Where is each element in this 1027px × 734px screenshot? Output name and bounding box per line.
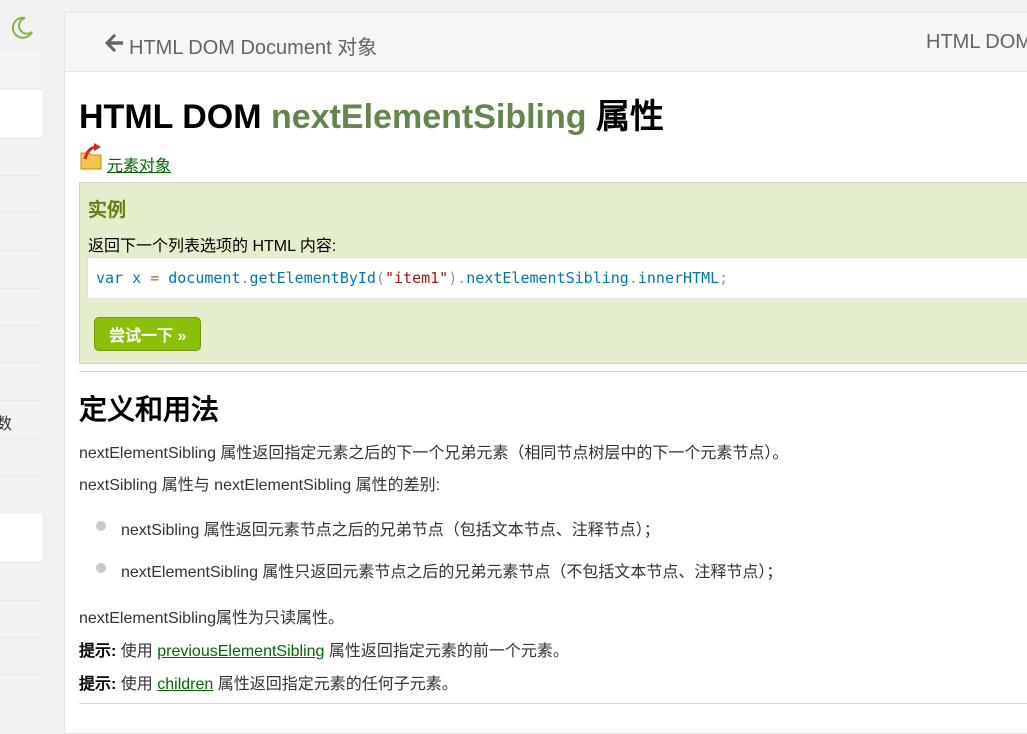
next-page-link[interactable]: HTML DOM [926,31,1027,54]
tip-text: 使用 [116,676,158,693]
title-highlight: nextElementSibling [271,98,587,136]
code-dot: . [240,269,250,287]
sidebar-divider [0,476,42,477]
list-item: nextElementSibling 属性只返回元素节点之后的兄弟元素节点（不包… [121,564,783,581]
divider [79,371,1027,372]
sidebar-divider [0,600,42,601]
divider [79,703,1027,704]
tip-label: 提示: [79,643,117,660]
readonly-paragraph: nextElementSibling属性为只读属性。 [79,610,344,627]
moon-icon [9,15,35,46]
dark-mode-toggle[interactable] [0,12,44,48]
tip-text: 使用 [116,643,158,660]
children-link[interactable]: children [157,676,213,693]
code-block: var x = document.getElementById("item1")… [87,257,1027,299]
code-operator: = [150,269,160,287]
code-object: document [168,269,241,287]
sidebar-divider [0,362,42,363]
tip-paragraph: 提示: 使用 previousElementSibling 属性返回指定元素的前… [79,637,569,661]
difference-paragraph: nextSibling 属性与 nextElementSibling 属性的差别… [79,477,441,494]
top-navigation: HTML DOM Document 对象 HTML DOM [65,13,1027,72]
try-it-button[interactable]: 尝试一下 » [94,317,202,351]
example-description: 返回下一个列表选项的 HTML 内容: [88,238,337,255]
code-paren-close: ) [448,269,458,287]
page-title: HTML DOM nextElementSibling 属性 [79,89,664,138]
bullet-dot [96,521,106,531]
sidebar-item[interactable] [0,514,42,563]
code-property: innerHTML [637,269,720,287]
code-property: nextElementSibling [466,269,629,287]
code-string: "item1" [385,269,449,287]
previous-element-sibling-link[interactable]: previousElementSibling [157,643,324,660]
tip-paragraph: 提示: 使用 children 属性返回指定元素的任何子元素。 [79,670,458,694]
title-suffix: 属性 [586,98,664,136]
sidebar-divider [0,438,42,439]
tip-text: 属性返回指定元素的任何子元素。 [213,676,458,693]
sidebar-item[interactable] [0,52,42,89]
bullet-dot [96,563,106,573]
sidebar-divider [0,175,42,176]
back-row: 元素对象 [79,141,171,176]
sidebar-item-label[interactable]: 数 [0,410,12,434]
example-heading: 实例 [88,200,127,221]
sidebar-divider [0,637,42,638]
code-line: var x = document.getElementById("item1")… [96,269,728,287]
sidebar: 数 [0,0,44,711]
element-object-link[interactable]: 元素对象 [107,152,171,176]
example-box: 实例 返回下一个列表选项的 HTML 内容: var x = document.… [79,182,1027,364]
arrow-left-icon [104,33,129,58]
prev-page-link[interactable]: HTML DOM Document 对象 [104,31,378,60]
sidebar-divider [0,250,42,251]
definition-paragraph: nextElementSibling 属性返回指定元素之后的下一个兄弟元素（相同… [79,445,789,462]
folder-arrow-icon [79,141,105,176]
prev-page-label: HTML DOM Document 对象 [129,37,378,59]
code-variable: x [132,269,142,287]
definition-heading: 定义和用法 [79,394,220,425]
sidebar-divider [0,212,42,213]
tip-text: 属性返回指定元素的前一个元素。 [324,643,569,660]
code-paren-open: ( [375,269,385,287]
code-dot: . [457,269,467,287]
code-method: getElementById [249,269,376,287]
sidebar-divider [0,325,42,326]
tip-label: 提示: [79,676,117,693]
code-semicolon: ; [719,269,729,287]
title-prefix: HTML DOM [79,98,272,136]
sidebar-divider [0,288,42,289]
code-dot: . [628,269,638,287]
sidebar-item[interactable] [0,90,42,139]
code-keyword: var [96,269,124,287]
list-item: nextSibling 属性返回元素节点之后的兄弟节点（包括文本节点、注释节点）… [121,522,660,539]
sidebar-divider [0,400,42,401]
sidebar-divider [0,674,42,675]
main-content: HTML DOM Document 对象 HTML DOM HTML DOM n… [64,12,1027,734]
